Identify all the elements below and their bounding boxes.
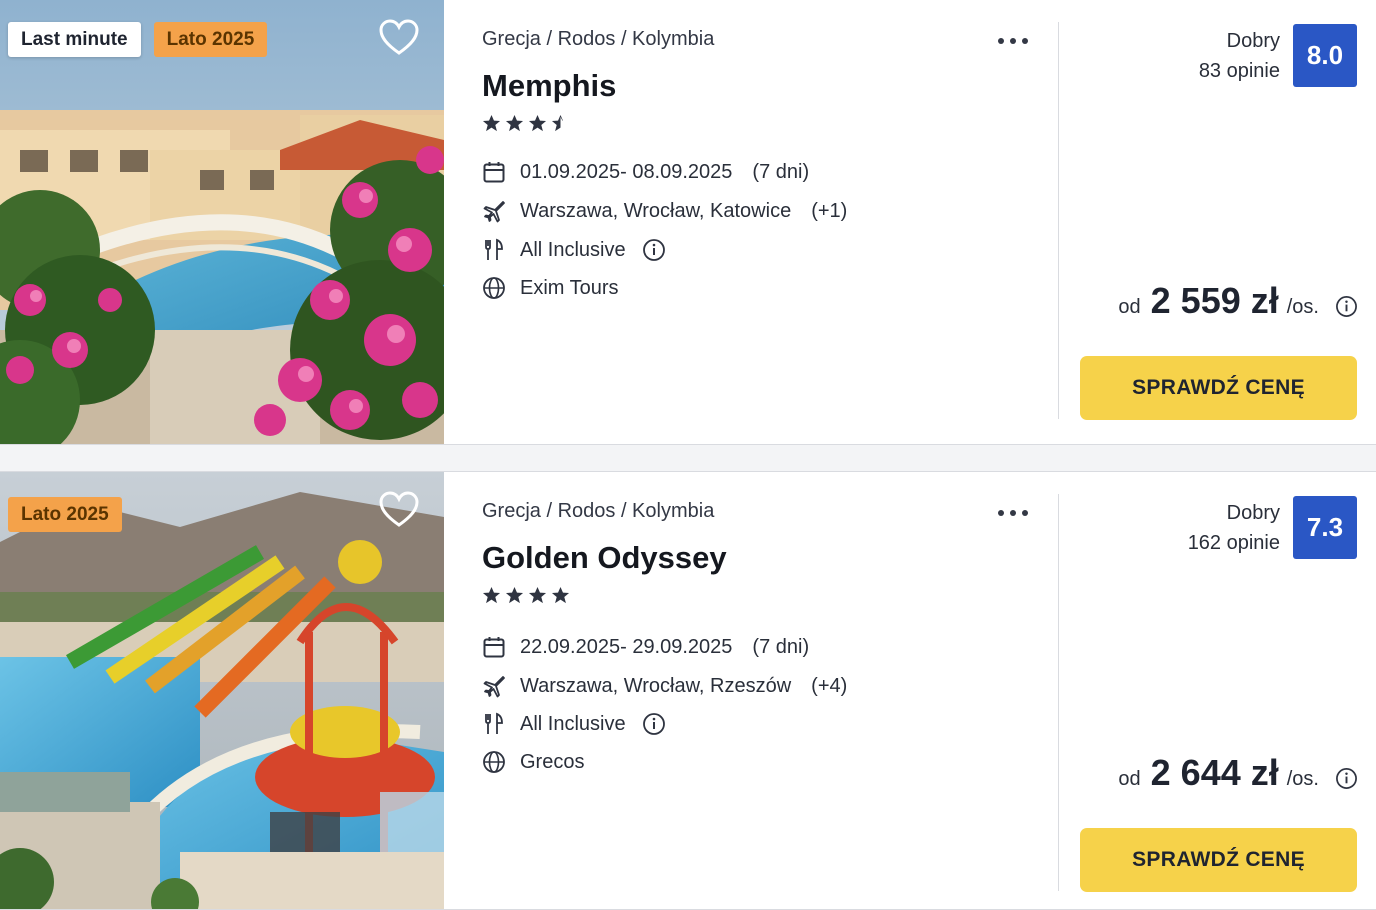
info-icon[interactable] (642, 712, 666, 736)
plane-icon (483, 676, 505, 698)
trip-dates: 22.09.2025- 29.09.2025 (520, 635, 733, 658)
season-badge: Lato 2025 (8, 497, 122, 532)
review-count[interactable]: 83 opinie (1199, 56, 1280, 86)
star-icon (528, 586, 547, 604)
more-dots-icon[interactable] (996, 504, 1030, 522)
divider (1058, 494, 1059, 891)
badge-group: Last minute Lato 2025 (8, 22, 268, 57)
calendar-icon (483, 637, 505, 658)
offer-card[interactable]: Last minute Lato 2025 Grecja / Rodos / K… (0, 0, 1376, 445)
info-icon[interactable] (1335, 295, 1358, 318)
star-icon (505, 114, 524, 132)
heart-outline-icon[interactable] (378, 490, 420, 530)
hotel-photo[interactable]: Last minute Lato 2025 (0, 0, 444, 444)
hotel-name[interactable]: Golden Odyssey (482, 540, 727, 576)
calendar-icon (483, 162, 505, 183)
plane-icon (483, 201, 505, 223)
tour-operator: Exim Tours (520, 276, 619, 299)
price-amount: 2 644 zł (1150, 752, 1279, 793)
more-airports[interactable]: (+4) (811, 675, 847, 698)
tour-operator: Grecos (520, 750, 585, 773)
check-price-button[interactable]: SPRAWDŹ CENĘ (1080, 828, 1357, 892)
dates-row: 22.09.2025- 29.09.2025 (7 dni) (482, 635, 809, 659)
more-airports[interactable]: (+1) (811, 200, 847, 223)
price: od 2 559 zł /os. (1118, 280, 1319, 322)
info-icon[interactable] (1335, 767, 1358, 790)
price-amount: 2 559 zł (1150, 280, 1279, 321)
heart-outline-icon[interactable] (378, 18, 420, 58)
location-breadcrumb[interactable]: Grecja / Rodos / Kolymbia (482, 28, 714, 51)
board-type: All Inclusive (520, 238, 626, 261)
cutlery-icon (485, 238, 503, 260)
rating-label: Dobry (1226, 502, 1280, 524)
departures-row: Warszawa, Wrocław, Rzeszów (+4) (482, 674, 847, 698)
hotel-photo[interactable]: Lato 2025 (0, 472, 444, 909)
score-badge: 8.0 (1293, 24, 1357, 87)
board-type: All Inclusive (520, 712, 626, 735)
operator-row: Grecos (482, 750, 584, 774)
star-icon (482, 586, 501, 604)
price: od 2 644 zł /os. (1118, 752, 1319, 794)
star-icon (551, 586, 570, 604)
departure-airports: Warszawa, Wrocław, Katowice (520, 199, 792, 222)
check-price-button[interactable]: SPRAWDŹ CENĘ (1080, 356, 1357, 420)
trip-duration: (7 dni) (752, 635, 810, 658)
board-row: All Inclusive (482, 238, 666, 262)
offer-card[interactable]: Lato 2025 Grecja / Rodos / Kolymbia Gold… (0, 471, 1376, 910)
rating-summary: Dobry 162 opinie (1188, 498, 1280, 558)
star-icon (482, 114, 501, 132)
badge-group: Lato 2025 (8, 497, 122, 532)
board-row: All Inclusive (482, 712, 666, 736)
star-icon (505, 586, 524, 604)
dates-row: 01.09.2025- 08.09.2025 (7 dni) (482, 160, 809, 184)
divider (1058, 22, 1059, 419)
half-star-icon (551, 114, 563, 132)
more-dots-icon[interactable] (996, 32, 1030, 50)
star-rating (482, 586, 570, 605)
operator-row: Exim Tours (482, 276, 619, 300)
trip-duration: (7 dni) (752, 160, 810, 183)
globe-icon (483, 277, 505, 299)
departures-row: Warszawa, Wrocław, Katowice (+1) (482, 199, 847, 223)
info-icon[interactable] (642, 238, 666, 262)
location-breadcrumb[interactable]: Grecja / Rodos / Kolymbia (482, 500, 714, 523)
price-suffix: /os. (1286, 768, 1319, 790)
price-prefix: od (1118, 768, 1141, 790)
review-count[interactable]: 162 opinie (1188, 528, 1280, 558)
star-rating (482, 114, 570, 133)
cutlery-icon (485, 712, 503, 734)
price-prefix: od (1118, 296, 1141, 318)
season-badge: Lato 2025 (153, 22, 268, 57)
star-icon (528, 114, 547, 132)
score-badge: 7.3 (1293, 496, 1357, 559)
hotel-name[interactable]: Memphis (482, 68, 616, 104)
trip-dates: 01.09.2025- 08.09.2025 (520, 160, 733, 183)
globe-icon (483, 751, 505, 773)
rating-label: Dobry (1226, 30, 1280, 52)
departure-airports: Warszawa, Wrocław, Rzeszów (520, 674, 792, 697)
last-minute-badge: Last minute (8, 22, 141, 57)
rating-summary: Dobry 83 opinie (1199, 26, 1280, 86)
price-suffix: /os. (1286, 296, 1319, 318)
